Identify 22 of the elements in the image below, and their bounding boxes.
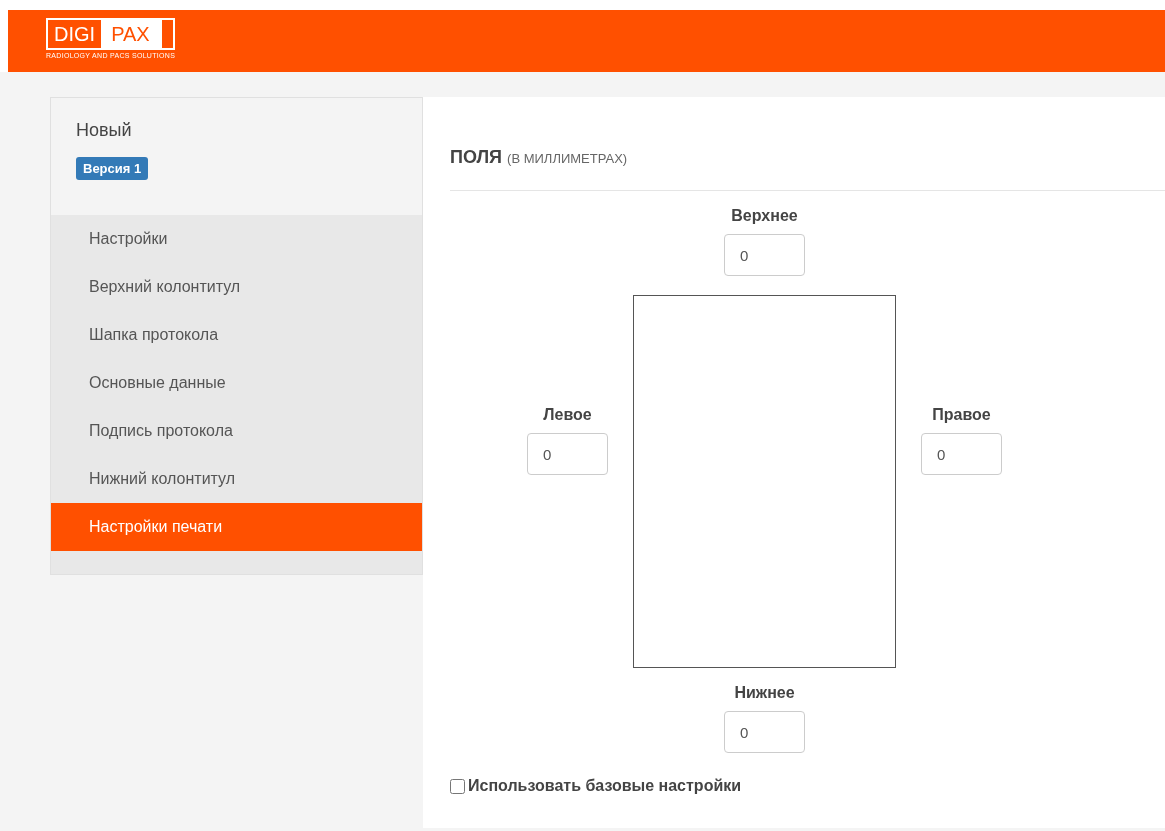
field-label: Нижнее <box>734 684 795 702</box>
sidebar-item[interactable]: Подпись протокола <box>51 407 422 455</box>
version-badge: Версия 1 <box>76 157 149 180</box>
field-label: Правое <box>932 406 991 424</box>
logo[interactable]: DIGI PAX <box>46 18 176 50</box>
checkbox-label: Использовать базовые настройки <box>468 777 742 795</box>
margin-input[interactable]: 0 <box>527 433 608 475</box>
field-label: Верхнее <box>731 207 798 225</box>
sidebar-title: Новый <box>76 120 132 141</box>
margin-input[interactable]: 0 <box>724 711 805 753</box>
base-settings-checkbox[interactable] <box>450 778 465 794</box>
margin-input[interactable]: 0 <box>921 433 1002 475</box>
sidebar-item[interactable]: Настройки <box>51 215 422 263</box>
section-subtitle: (В МИЛЛИМЕТРАХ) <box>507 151 628 166</box>
sidebar-item[interactable]: Верхний колонтитул <box>51 263 422 311</box>
margin-input[interactable]: 0 <box>724 234 805 276</box>
sidebar-item[interactable]: Нижний колонтитул <box>51 455 422 503</box>
sidebar-item[interactable]: Основные данные <box>51 359 422 407</box>
field-label: Левое <box>543 406 592 424</box>
section-title: ПОЛЯ <box>450 147 503 168</box>
sidebar-item[interactable]: Настройки печати <box>51 503 422 551</box>
sidebar-item[interactable]: Шапка протокола <box>51 311 422 359</box>
